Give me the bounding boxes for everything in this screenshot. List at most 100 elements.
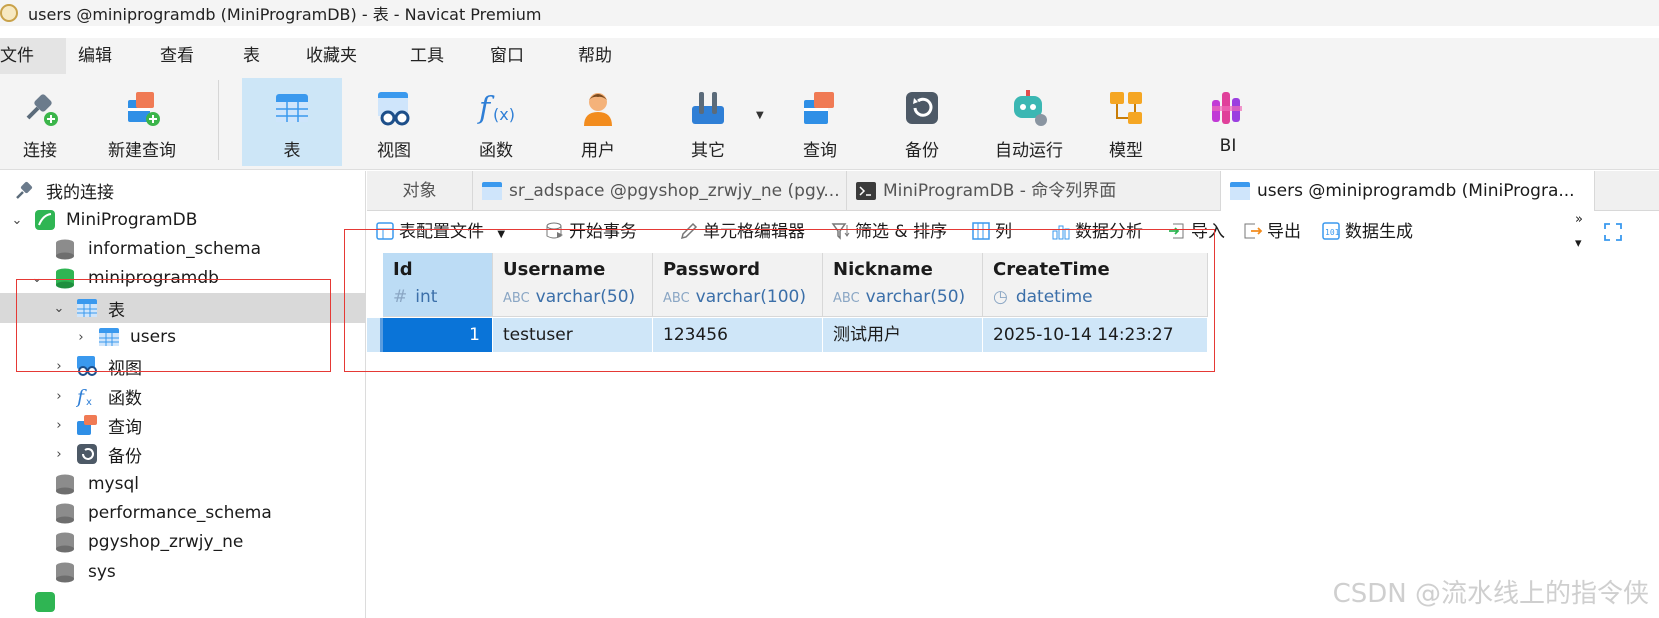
fullscreen-icon[interactable] xyxy=(1603,222,1623,242)
chevron-right-icon[interactable]: › xyxy=(52,389,66,404)
new-query-label: 新建查询 xyxy=(108,141,176,161)
menu-favorites[interactable]: 收藏夹 xyxy=(306,38,357,74)
user-button[interactable]: 用户 xyxy=(548,78,648,166)
tab-objects[interactable]: 对象 xyxy=(367,171,473,211)
table-profile-button[interactable]: 表配置文件 ▼ xyxy=(375,220,505,244)
table-icon xyxy=(1230,182,1250,200)
cell-username[interactable]: testuser xyxy=(493,318,653,352)
tree-item-label: pgyshop_zrwjy_ne xyxy=(88,532,244,552)
overflow-chevron-icon[interactable]: » ▾ xyxy=(1575,208,1583,251)
tree-item-tables[interactable]: ⌄ 表 xyxy=(0,293,366,323)
tree-item-label: 视图 xyxy=(108,358,142,379)
other-button[interactable]: 其它 xyxy=(658,78,758,166)
data-analysis-button[interactable]: 数据分析 xyxy=(1051,220,1143,244)
column-type-label: varchar(50) xyxy=(865,287,966,307)
column-header-username[interactable]: Username ABC varchar(50) xyxy=(493,253,653,317)
tree-item-label: 函数 xyxy=(108,388,142,409)
table-button[interactable]: 表 xyxy=(242,78,342,166)
import-icon xyxy=(1169,223,1184,239)
tab-sr-adspace[interactable]: sr_adspace @pgyshop_zrwjy_ne (pgy... xyxy=(473,171,847,211)
tree-item-mysql[interactable]: mysql xyxy=(0,469,366,499)
table-profile-icon xyxy=(376,222,394,240)
bi-button[interactable]: BI xyxy=(1178,78,1278,166)
number-type-icon: # xyxy=(393,287,408,307)
chevron-right-icon[interactable]: › xyxy=(52,418,66,433)
tab-label: MiniProgramDB - 命令列界面 xyxy=(883,181,1117,201)
function-button[interactable]: f (x) 函数 xyxy=(446,78,546,166)
transaction-icon xyxy=(546,222,563,239)
data-generation-button[interactable]: 101 数据生成 xyxy=(1321,220,1413,244)
chevron-right-icon[interactable]: › xyxy=(52,447,66,462)
export-button[interactable]: 导出 xyxy=(1243,220,1301,244)
chevron-right-icon[interactable]: › xyxy=(74,330,88,345)
cell-id[interactable]: 1 xyxy=(383,318,493,352)
tree-item-functions[interactable]: › f x 函数 xyxy=(0,381,366,411)
cell-password[interactable]: 123456 xyxy=(653,318,823,352)
tab-command-line[interactable]: MiniProgramDB - 命令列界面 xyxy=(847,171,1221,211)
column-header-id[interactable]: Id # int xyxy=(383,253,493,317)
chevron-down-icon[interactable]: ▼ xyxy=(497,229,505,240)
tree-item-miniprogramdb-connection[interactable]: ⌄ MiniProgramDB xyxy=(0,205,366,235)
tree-item-performance-schema[interactable]: performance_schema xyxy=(0,498,366,528)
database-icon xyxy=(56,268,74,289)
backup-button[interactable]: 备份 xyxy=(872,78,972,166)
view-button[interactable]: 视图 xyxy=(344,78,444,166)
begin-transaction-button[interactable]: 开始事务 xyxy=(545,220,637,244)
automation-button[interactable]: 自动运行 xyxy=(974,78,1084,166)
column-type: ABC varchar(50) xyxy=(503,287,635,307)
cell-nickname[interactable]: 测试用户 xyxy=(823,318,983,352)
menu-tools[interactable]: 工具 xyxy=(410,38,444,74)
connect-label: 连接 xyxy=(23,141,57,161)
import-button[interactable]: 导入 xyxy=(1167,220,1225,244)
tree-item-label: information_schema xyxy=(88,239,262,259)
tree-item-users-table[interactable]: › users xyxy=(0,322,366,352)
columns-button[interactable]: 列 xyxy=(971,220,1012,244)
import-label: 导入 xyxy=(1191,222,1225,242)
tree-item-views[interactable]: › 视图 xyxy=(0,351,366,381)
model-button[interactable]: 模型 xyxy=(1076,78,1176,166)
tree-item-information-schema[interactable]: information_schema xyxy=(0,234,366,264)
tree-item-miniprogramdb-database[interactable]: ⌄ miniprogramdb xyxy=(0,263,366,293)
table-label: 表 xyxy=(283,141,301,161)
data-generation-label: 数据生成 xyxy=(1345,222,1413,242)
table-icon xyxy=(77,299,97,317)
menu-table[interactable]: 表 xyxy=(243,38,260,74)
view-icon xyxy=(378,92,410,126)
chevron-down-icon[interactable]: ⌄ xyxy=(10,213,24,228)
tree-item-queries[interactable]: › 查询 xyxy=(0,410,366,440)
tree-item-backups[interactable]: › 备份 xyxy=(0,439,366,469)
chevron-down-icon[interactable]: ⌄ xyxy=(30,271,44,286)
tab-users[interactable]: users @miniprogramdb (MiniProgra... xyxy=(1221,171,1595,211)
tree-item-sys[interactable]: sys xyxy=(0,557,366,587)
column-header-nickname[interactable]: Nickname ABC varchar(50) xyxy=(823,253,983,317)
begin-transaction-label: 开始事务 xyxy=(569,222,637,242)
connect-button[interactable]: 连接 xyxy=(0,78,80,166)
other-dropdown-caret-icon[interactable]: ▼ xyxy=(756,110,764,121)
tree-item-pgyshop[interactable]: pgyshop_zrwjy_ne xyxy=(0,527,366,557)
menu-help[interactable]: 帮助 xyxy=(578,38,612,74)
text-type-icon: ABC xyxy=(833,291,860,306)
cell-editor-button[interactable]: 单元格编辑器 xyxy=(679,220,805,244)
user-label: 用户 xyxy=(581,141,615,161)
tree-item-next-connection[interactable] xyxy=(0,587,366,617)
cell-createtime[interactable]: 2025-10-14 14:23:27 xyxy=(983,318,1208,352)
other-label: 其它 xyxy=(691,141,725,161)
chevron-right-icon[interactable]: › xyxy=(52,359,66,374)
new-query-button[interactable]: 新建查询 xyxy=(92,78,192,166)
column-header-password[interactable]: Password ABC varchar(100) xyxy=(653,253,823,317)
menu-edit[interactable]: 编辑 xyxy=(78,38,112,74)
menu-window[interactable]: 窗口 xyxy=(490,38,524,74)
menu-file[interactable]: 文件 xyxy=(0,38,66,74)
column-header-createtime[interactable]: CreateTime ◷ datetime xyxy=(983,253,1208,317)
my-connections-label: 我的连接 xyxy=(46,182,114,203)
text-type-icon: ABC xyxy=(663,291,690,306)
filter-sort-button[interactable]: 筛选 & 排序 xyxy=(831,220,947,244)
row-selector[interactable] xyxy=(367,318,383,352)
column-type: ABC varchar(100) xyxy=(663,287,806,307)
database-icon xyxy=(56,474,74,495)
tree-item-label: 表 xyxy=(108,300,125,321)
mysql-connection-icon xyxy=(35,210,55,230)
query-button[interactable]: 查询 xyxy=(770,78,870,166)
menu-view[interactable]: 查看 xyxy=(160,38,194,74)
chevron-down-icon[interactable]: ⌄ xyxy=(52,301,66,316)
